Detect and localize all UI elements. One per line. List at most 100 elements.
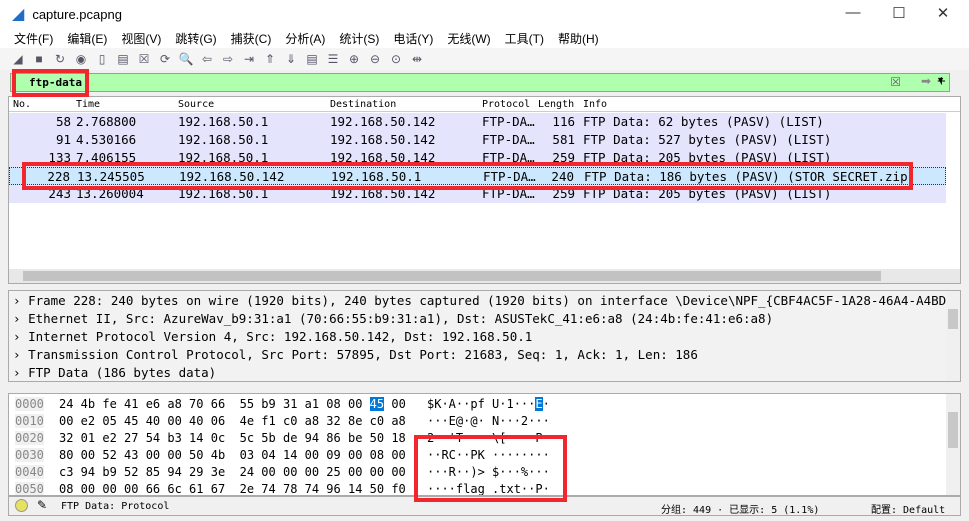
menu-item[interactable]: 视图(V) xyxy=(121,30,161,47)
minimize-button[interactable]: — xyxy=(838,4,868,21)
zoom-out-icon[interactable]: ⊖ xyxy=(367,51,383,67)
packet-row[interactable]: 91 4.530166 192.168.50.1 192.168.50.142 FTP-… xyxy=(9,131,946,149)
expand-arrow-icon[interactable]: › xyxy=(13,365,28,380)
detail-line[interactable]: › Transmission Control Protocol, Src Por… xyxy=(13,347,698,362)
zoom-reset-icon[interactable]: ⊙ xyxy=(388,51,404,67)
packet-cell: 192.168.50.1 xyxy=(178,150,269,165)
expand-arrow-icon[interactable]: › xyxy=(13,293,28,308)
detail-line[interactable]: › Internet Protocol Version 4, Src: 192.… xyxy=(13,329,532,344)
goto-icon[interactable]: ⇥ xyxy=(241,51,257,67)
status-profile[interactable]: 配置: Default xyxy=(871,501,945,516)
column-header[interactable]: Source xyxy=(178,99,214,110)
ascii-bytes: $K·A··pf U·1···E· xyxy=(427,397,550,411)
packet-cell: 13.245505 xyxy=(77,169,145,184)
packet-row[interactable]: 133 7.406155 192.168.50.1 192.168.50.142 FTP… xyxy=(9,149,946,167)
packet-cell: FTP-DA… xyxy=(482,132,535,147)
detail-text: Frame 228: 240 bytes on wire (1920 bits)… xyxy=(28,293,961,308)
detail-line[interactable]: › Ethernet II, Src: AzureWav_b9:31:a1 (7… xyxy=(13,311,773,326)
restart-icon[interactable]: ↻ xyxy=(52,51,68,67)
save-icon[interactable]: ▤ xyxy=(115,51,131,67)
ascii-bytes: ····flag .txt··P· xyxy=(427,482,550,496)
packet-cell: 91 xyxy=(55,132,71,147)
column-header[interactable]: No. xyxy=(13,99,31,110)
back-icon[interactable]: ⇦ xyxy=(199,51,215,67)
packet-cell: 192.168.50.142 xyxy=(330,114,436,129)
menu-item[interactable]: 统计(S) xyxy=(339,30,379,47)
menu-item[interactable]: 电话(Y) xyxy=(393,30,433,47)
clear-filter-icon[interactable]: ☒ xyxy=(890,75,901,89)
apply-filter-icon[interactable]: ➡ xyxy=(921,74,931,88)
main-toolbar: ◢ ■ ↻ ◉ ▯ ▤ ☒ ⟳ 🔍 ⇦ ⇨ ⇥ ⇑ ⇓ ▤ ☰ ⊕ ⊖ ⊙ ⇹ xyxy=(0,48,969,70)
maximize-button[interactable]: ☐ xyxy=(884,4,914,22)
colorize-icon[interactable]: ☰ xyxy=(325,51,341,67)
packet-cell: 133 xyxy=(48,150,71,165)
zoom-in-icon[interactable]: ⊕ xyxy=(346,51,362,67)
column-header[interactable]: Destination xyxy=(330,99,396,110)
expand-arrow-icon[interactable]: › xyxy=(13,329,28,344)
close-button[interactable]: ✕ xyxy=(928,4,958,22)
packet-cell: 192.168.50.142 xyxy=(179,169,285,184)
packet-cell: FTP Data: 62 bytes (PASV) (LIST) xyxy=(583,114,824,129)
close-file-icon[interactable]: ☒ xyxy=(136,51,152,67)
ascii-text: ····flag .txt··P· xyxy=(427,482,550,496)
menu-item[interactable]: 帮助(H) xyxy=(558,30,599,47)
menu-item[interactable]: 编辑(E) xyxy=(67,30,107,47)
packet-row[interactable]: 58 2.768800 192.168.50.1 192.168.50.142 FTP-… xyxy=(9,113,946,131)
menu-item[interactable]: 跳转(G) xyxy=(175,30,216,47)
edit-comment-icon[interactable]: ✎ xyxy=(37,498,47,512)
bytes-scrollbar[interactable] xyxy=(946,394,960,495)
hex-offset: 0030 xyxy=(15,448,44,462)
packet-cell: FTP Data: 205 bytes (PASV) (LIST) xyxy=(583,186,832,201)
packet-list-hscrollbar[interactable] xyxy=(9,269,960,283)
packet-cell: 259 xyxy=(552,186,575,201)
menu-item[interactable]: 无线(W) xyxy=(447,30,490,47)
hex-text: 32 01 e2 27 54 b3 14 0c 5c 5b de 94 86 b… xyxy=(59,431,406,445)
last-icon[interactable]: ⇓ xyxy=(283,51,299,67)
column-header[interactable]: Time xyxy=(76,99,100,110)
packet-row[interactable]: 243 13.260004 192.168.50.1 192.168.50.142 FT… xyxy=(9,185,946,203)
wireshark-logo-icon: ◢ xyxy=(12,6,25,23)
menu-item[interactable]: 分析(A) xyxy=(285,30,325,47)
menu-item[interactable]: 捕获(C) xyxy=(231,30,272,47)
column-header[interactable]: Length xyxy=(538,99,574,110)
detail-line[interactable]: › FTP Data (186 bytes data) xyxy=(13,365,216,380)
options-icon[interactable]: ◉ xyxy=(73,51,89,67)
detail-line[interactable]: › Frame 228: 240 bytes on wire (1920 bit… xyxy=(13,293,961,308)
detail-text: Ethernet II, Src: AzureWav_b9:31:a1 (70:… xyxy=(28,311,774,326)
reload-icon[interactable]: ⟳ xyxy=(157,51,173,67)
packet-cell: FTP-DA… xyxy=(482,114,535,129)
hex-text: 08 00 00 00 66 6c 61 67 2e 74 78 74 96 1… xyxy=(59,482,406,496)
hex-text: 00 e2 05 45 40 00 40 06 4e f1 c0 a8 32 8… xyxy=(59,414,406,428)
packet-cell: 228 xyxy=(47,169,70,184)
shark-start-icon[interactable]: ◢ xyxy=(10,51,26,67)
hex-text: 24 4b fe 41 e6 a8 70 66 55 b9 31 a1 08 0… xyxy=(59,397,370,411)
details-scrollbar[interactable] xyxy=(946,291,960,381)
column-header[interactable]: Info xyxy=(583,99,607,110)
find-icon[interactable]: 🔍 xyxy=(178,51,194,67)
resize-columns-icon[interactable]: ⇹ xyxy=(409,51,425,67)
expand-arrow-icon[interactable]: › xyxy=(13,347,28,362)
packet-row[interactable]: 228 13.245505 192.168.50.142 192.168.50.1 FT… xyxy=(9,167,946,185)
stop-icon[interactable]: ■ xyxy=(31,51,47,67)
packet-bytes: 0000 24 4b fe 41 e6 a8 70 66 55 b9 31 a1 … xyxy=(8,393,961,496)
ascii-text: ···E@·@· N···2··· xyxy=(427,414,550,428)
autoscroll-icon[interactable]: ▤ xyxy=(304,51,320,67)
expert-info-icon[interactable] xyxy=(15,499,28,512)
hex-bytes: 00 e2 05 45 40 00 40 06 4e f1 c0 a8 32 8… xyxy=(59,414,406,428)
detail-text: Internet Protocol Version 4, Src: 192.16… xyxy=(28,329,533,344)
column-header[interactable]: Protocol xyxy=(482,99,530,110)
packet-cell: 240 xyxy=(551,169,574,184)
forward-icon[interactable]: ⇨ xyxy=(220,51,236,67)
menu-item[interactable]: 文件(F) xyxy=(14,30,53,47)
packet-cell: 192.168.50.142 xyxy=(330,132,436,147)
menu-item[interactable]: 工具(T) xyxy=(505,30,544,47)
open-icon[interactable]: ▯ xyxy=(94,51,110,67)
packet-cell: 192.168.50.142 xyxy=(330,150,436,165)
packet-cell: 259 xyxy=(552,150,575,165)
add-filter-button[interactable]: + xyxy=(937,73,946,90)
packet-cell: 243 xyxy=(48,186,71,201)
display-filter-input[interactable]: ftp-data ☒ ➡ ▼ xyxy=(10,73,950,92)
first-icon[interactable]: ⇑ xyxy=(262,51,278,67)
hex-offset: 0050 xyxy=(15,482,44,496)
expand-arrow-icon[interactable]: › xyxy=(13,311,28,326)
